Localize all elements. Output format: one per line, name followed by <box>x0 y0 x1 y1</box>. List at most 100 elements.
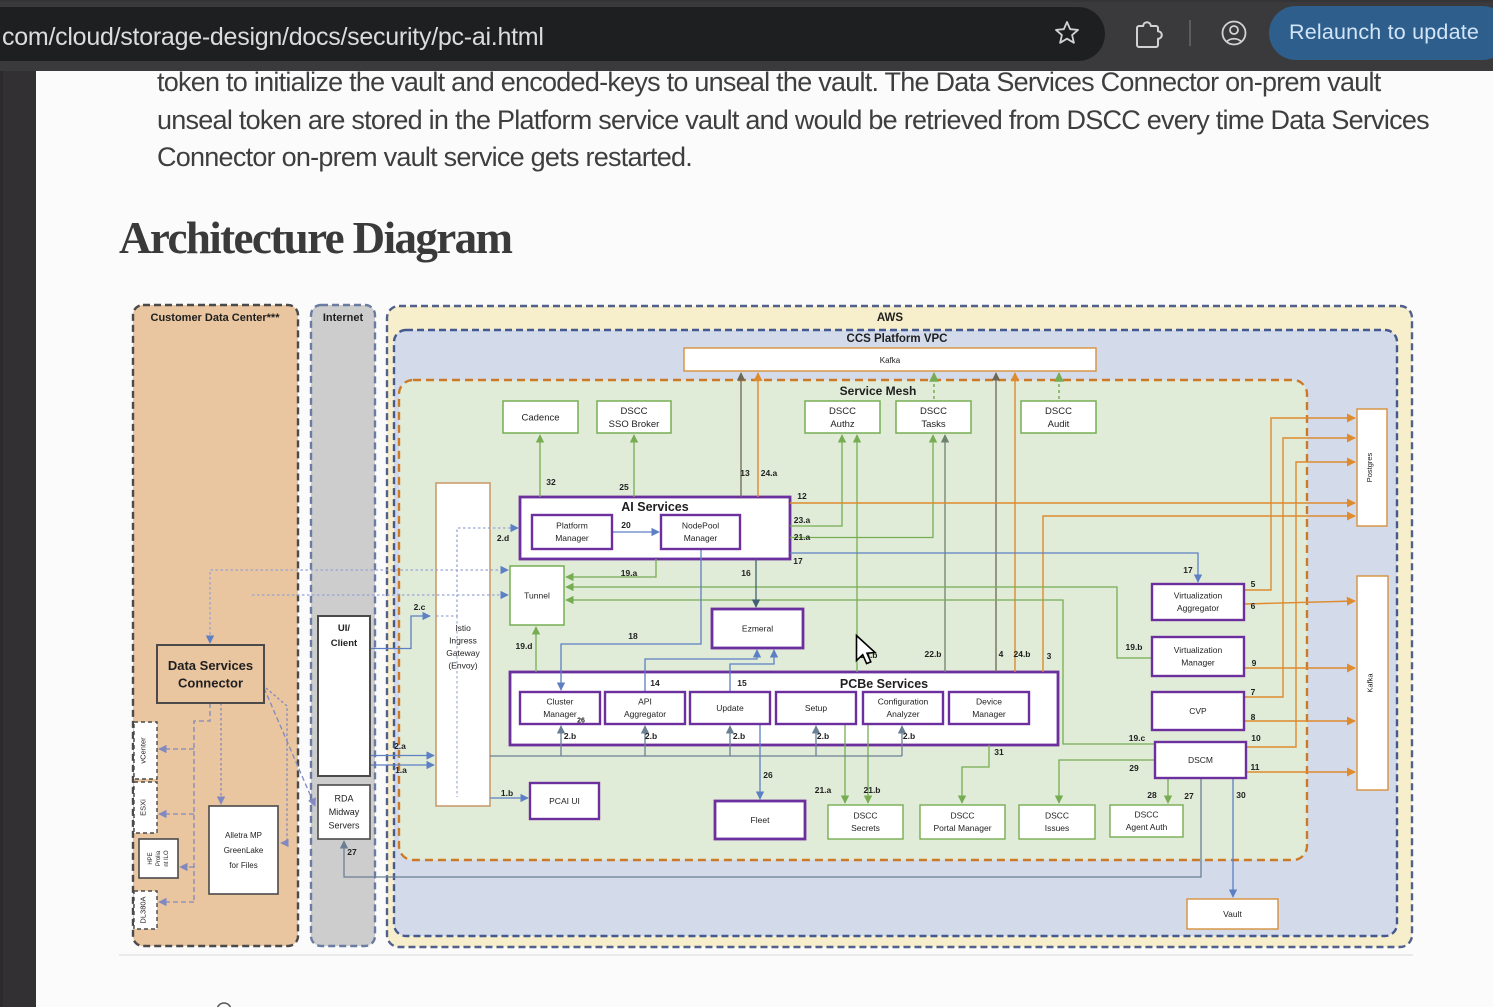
svg-text:16: 16 <box>741 568 751 578</box>
svg-text:Analyzer: Analyzer <box>886 709 919 719</box>
svg-text:NodePool: NodePool <box>682 521 719 531</box>
svg-text:Virtualization: Virtualization <box>1174 645 1223 655</box>
svg-text:GreenLake: GreenLake <box>224 846 264 855</box>
svg-text:12: 12 <box>797 491 807 501</box>
svg-text:Kafka: Kafka <box>880 356 901 365</box>
svg-text:Authz: Authz <box>830 419 855 430</box>
svg-text:AWS: AWS <box>877 312 904 324</box>
svg-text:21.a: 21.a <box>815 785 832 795</box>
svg-text:Tasks: Tasks <box>921 419 946 430</box>
svg-text:Ingress: Ingress <box>449 636 477 646</box>
svg-text:ESXi: ESXi <box>139 799 148 816</box>
svg-text:DSCC: DSCC <box>950 811 974 821</box>
svg-text:DSCC: DSCC <box>1134 810 1158 820</box>
svg-text:14: 14 <box>650 678 660 688</box>
svg-text:19.d: 19.d <box>515 641 532 651</box>
svg-text:2.b: 2.b <box>903 731 915 741</box>
svg-text:9: 9 <box>1252 658 1257 668</box>
svg-text:Audit: Audit <box>1048 419 1070 430</box>
svg-text:DSCC: DSCC <box>621 406 648 417</box>
svg-text:Ezmeral: Ezmeral <box>742 623 773 633</box>
svg-text:19.c: 19.c <box>1129 733 1146 743</box>
svg-text:Manager: Manager <box>1181 658 1215 668</box>
svg-text:17: 17 <box>1183 565 1193 575</box>
svg-text:DSCC: DSCC <box>920 406 947 417</box>
svg-text:Kafka: Kafka <box>1366 673 1375 693</box>
svg-text:Istio: Istio <box>455 623 471 633</box>
svg-text:19.a: 19.a <box>621 568 638 578</box>
svg-text:5: 5 <box>1251 579 1256 589</box>
svg-text:2.b: 2.b <box>733 731 745 741</box>
svg-text:Configuration: Configuration <box>878 697 929 707</box>
svg-text:2.a: 2.a <box>394 741 406 751</box>
svg-text:Update: Update <box>716 703 744 713</box>
svg-text:Internet: Internet <box>323 312 364 324</box>
svg-text:AI Services: AI Services <box>621 500 688 514</box>
svg-text:Postgres: Postgres <box>1365 452 1374 482</box>
svg-text:Manager: Manager <box>684 533 718 543</box>
svg-text:32: 32 <box>546 477 556 487</box>
svg-text:HPE: HPE <box>148 852 154 864</box>
svg-text:1.a: 1.a <box>395 765 407 775</box>
svg-text:CVP: CVP <box>1189 706 1207 716</box>
svg-text:API: API <box>638 697 652 707</box>
svg-text:3: 3 <box>1047 651 1052 661</box>
svg-text:DL380A: DL380A <box>139 896 148 923</box>
svg-text:PCBe Services: PCBe Services <box>840 677 928 691</box>
svg-text:Manager: Manager <box>972 709 1006 719</box>
svg-text:24.b: 24.b <box>1013 649 1030 659</box>
svg-text:2.b: 2.b <box>645 731 657 741</box>
svg-text:7: 7 <box>1251 687 1256 697</box>
svg-text:CCS Platform VPC: CCS Platform VPC <box>847 333 948 345</box>
svg-text:Manager: Manager <box>543 709 577 719</box>
svg-text:Data Services: Data Services <box>168 658 253 673</box>
svg-text:UI/: UI/ <box>338 623 351 634</box>
svg-text:30: 30 <box>1236 790 1246 800</box>
svg-text:Secrets: Secrets <box>851 823 880 833</box>
svg-text:Platform: Platform <box>556 521 588 531</box>
svg-text:31: 31 <box>994 747 1004 757</box>
svg-text:Cadence: Cadence <box>521 412 559 423</box>
svg-text:PCAI UI: PCAI UI <box>549 796 580 806</box>
svg-text:Alletra MP: Alletra MP <box>225 831 262 840</box>
svg-text:Fleet: Fleet <box>751 815 771 825</box>
svg-text:Client: Client <box>331 638 358 649</box>
svg-text:2.d: 2.d <box>497 533 509 543</box>
svg-text:2.c: 2.c <box>414 602 426 612</box>
svg-text:2.b: 2.b <box>564 731 576 741</box>
svg-text:15: 15 <box>737 678 747 688</box>
svg-text:(Envoy): (Envoy) <box>448 661 477 671</box>
svg-text:1.b: 1.b <box>501 788 513 798</box>
svg-text:DSCC: DSCC <box>853 811 877 821</box>
svg-text:21.b: 21.b <box>863 785 880 795</box>
svg-text:11: 11 <box>1251 762 1260 772</box>
svg-text:21.a: 21.a <box>794 532 811 542</box>
svg-text:19.b: 19.b <box>1125 642 1142 652</box>
svg-text:Setup: Setup <box>805 703 827 713</box>
svg-text:Customer Data Center***: Customer Data Center*** <box>151 312 281 324</box>
svg-text:22.b: 22.b <box>924 649 941 659</box>
svg-text:Agent Auth: Agent Auth <box>1126 822 1168 832</box>
svg-text:2.b: 2.b <box>817 731 829 741</box>
svg-text:Prolia: Prolia <box>156 850 162 866</box>
svg-text:29: 29 <box>1129 763 1139 773</box>
svg-text:DSCC: DSCC <box>1045 406 1072 417</box>
svg-text:Device: Device <box>976 697 1002 707</box>
svg-text:13: 13 <box>740 468 750 478</box>
svg-text:Midway: Midway <box>329 807 360 817</box>
svg-text:vCenter: vCenter <box>139 737 148 764</box>
svg-text:Vault: Vault <box>1223 909 1242 919</box>
svg-text:Service Mesh: Service Mesh <box>840 384 917 398</box>
svg-text:4: 4 <box>999 649 1004 659</box>
svg-text:24.a: 24.a <box>761 468 778 478</box>
svg-text:26: 26 <box>577 718 585 725</box>
svg-text:DSCC: DSCC <box>829 406 856 417</box>
svg-text:26: 26 <box>763 770 773 780</box>
svg-text:27: 27 <box>347 847 357 857</box>
svg-text:Manager: Manager <box>555 533 589 543</box>
svg-text:10: 10 <box>1251 733 1261 743</box>
svg-text:Virtualization: Virtualization <box>1174 591 1223 601</box>
svg-text:25: 25 <box>619 482 629 492</box>
svg-text:8: 8 <box>1251 712 1256 722</box>
svg-text:RDA: RDA <box>334 794 353 804</box>
